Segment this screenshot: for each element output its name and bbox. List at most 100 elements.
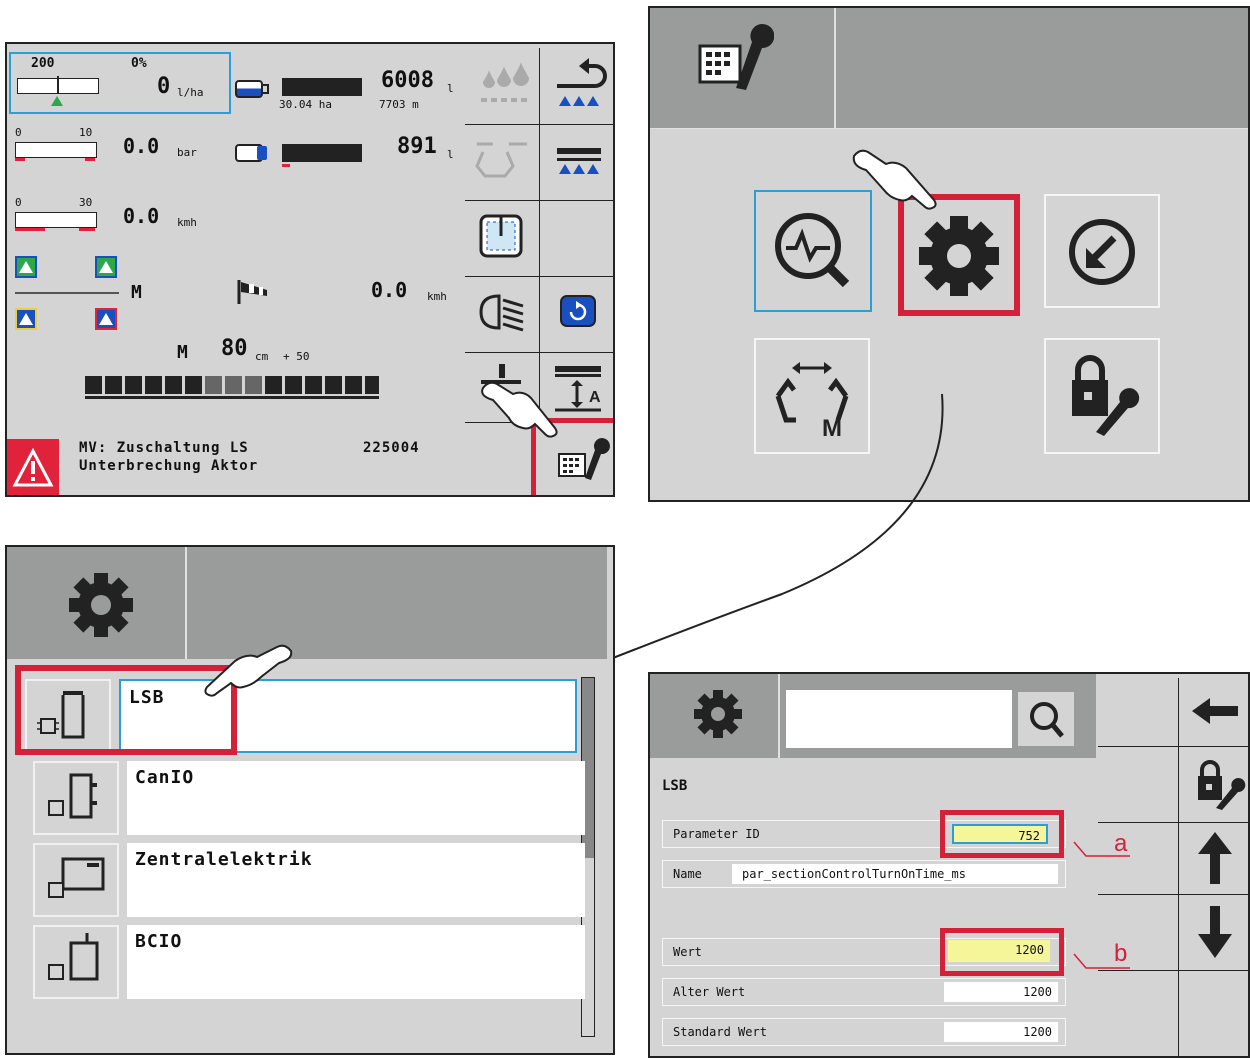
search-icon	[1030, 702, 1064, 738]
tank-main-unit: l	[447, 82, 454, 95]
speed-max: 30	[79, 196, 93, 209]
ecu-icon	[33, 761, 119, 835]
list-item[interactable]: Zentralelektrik	[21, 843, 585, 917]
rate-value: 0	[157, 74, 171, 99]
back-arrow-button[interactable]	[1182, 682, 1248, 742]
parameter-screen: LSB Parameter ID 752 Name par_sectionCon…	[648, 672, 1250, 1058]
nozzle-softkey[interactable]	[469, 54, 535, 114]
list-item-label: CanIO	[127, 761, 585, 835]
pressure-max: 10	[79, 126, 93, 139]
wind-speed-unit: kmh	[427, 290, 447, 303]
tank-second-value: 891	[397, 134, 437, 159]
name-label: Name	[673, 867, 702, 881]
speed-unit: kmh	[177, 216, 197, 229]
tank-second-bar-low	[282, 164, 290, 167]
section-title: LSB	[662, 778, 688, 794]
rate-green-arrow-icon	[51, 96, 63, 106]
device-list-screen: LSB CanIO Zentralelektrik BCIO	[5, 545, 615, 1055]
arrow-down-icon	[1198, 906, 1232, 958]
pressure-min: 0	[15, 126, 22, 139]
speed-min: 0	[15, 196, 22, 209]
list-item-label: BCIO	[127, 925, 585, 999]
param-id-label: Parameter ID	[673, 827, 760, 841]
tank-main-value: 6008	[381, 68, 434, 93]
arrow-up-icon	[1198, 832, 1232, 884]
tank-camera-softkey[interactable]	[469, 206, 535, 266]
height-offset: + 50	[283, 350, 310, 363]
speed-value: 0.0	[123, 204, 160, 228]
tank-main-bar	[282, 78, 362, 96]
pressure-value: 0.0	[123, 134, 160, 158]
height-unit: cm	[255, 350, 269, 363]
distance-value: 7703 m	[379, 98, 419, 111]
param-id-highlight	[940, 810, 1064, 858]
default-value-label: Standard Wert	[673, 1025, 767, 1039]
rate-target-value: 200	[31, 56, 55, 71]
back-softkey[interactable]	[545, 54, 611, 114]
boom-raise-softkey[interactable]	[545, 130, 611, 190]
search-input[interactable]	[786, 690, 1012, 748]
pressure-bar-high	[85, 158, 95, 161]
height-value: 80	[221, 336, 248, 361]
pointing-hand-icon	[850, 142, 942, 218]
rate-unit: l/ha	[177, 86, 204, 99]
default-value-field: 1200	[944, 1022, 1058, 1042]
old-value-label: Alter Wert	[673, 985, 746, 999]
work-lights-softkey[interactable]	[469, 282, 535, 342]
alarm-icon[interactable]	[7, 439, 59, 495]
alarm-line1: MV: Zuschaltung LS	[79, 440, 249, 456]
arrow-up-button[interactable]	[1182, 828, 1248, 890]
callout-a: a	[1114, 830, 1128, 857]
wind-speed-value: 0.0	[371, 278, 408, 302]
pressure-bar-low	[15, 158, 25, 161]
boom-line	[15, 292, 119, 294]
list-item-label: Zentralelektrik	[127, 843, 585, 917]
lock-wrench-icon	[1072, 355, 1140, 436]
tank-second-level	[257, 146, 267, 160]
fold-left-up-icon[interactable]	[15, 256, 37, 278]
boom-fold-softkey[interactable]	[469, 130, 535, 190]
service-header-icon	[698, 22, 775, 106]
lock-wrench-button[interactable]	[1182, 752, 1248, 816]
speed-bar-low	[15, 228, 45, 231]
fold-right-down-icon[interactable]	[95, 308, 117, 330]
tank-second-bar	[282, 144, 362, 162]
pointing-hand-icon	[203, 641, 295, 705]
windsock-icon	[235, 278, 271, 310]
fold-left-down-icon[interactable]	[15, 308, 37, 330]
height-mode: M	[177, 342, 188, 363]
arrow-down-button[interactable]	[1182, 900, 1248, 964]
alarm-line2: Unterbrechung Aktor	[79, 458, 259, 474]
lock-wrench-tile[interactable]	[1044, 338, 1160, 454]
speed-bar-high	[79, 228, 95, 231]
list-item[interactable]: CanIO	[21, 761, 585, 835]
tank-main-cap	[263, 84, 269, 94]
section-bar	[85, 376, 385, 404]
alarm-code: 225004	[363, 440, 420, 456]
rate-percent: 0%	[131, 56, 147, 71]
rate-box[interactable]: 200 0% 0 l/ha	[9, 52, 231, 114]
list-item[interactable]: BCIO	[21, 925, 585, 999]
value-label: Wert	[673, 945, 702, 959]
arrow-left-icon	[1192, 698, 1238, 724]
ecu-icon	[33, 843, 119, 917]
ecu-icon	[33, 925, 119, 999]
auto-rotate-softkey[interactable]	[545, 282, 611, 342]
value-highlight	[940, 928, 1064, 976]
area-value: 30.04 ha	[279, 98, 332, 111]
lock-wrench-icon	[1198, 760, 1246, 810]
mode-label: M	[131, 282, 142, 303]
pressure-unit: bar	[177, 146, 197, 159]
callout-b: b	[1114, 940, 1128, 967]
rate-bar-marker	[57, 76, 59, 94]
download-icon	[1069, 219, 1135, 285]
device-header-gear-icon	[59, 565, 143, 649]
search-button[interactable]	[1018, 692, 1074, 746]
name-field: par_sectionControlTurnOnTime_ms	[732, 864, 1058, 884]
speed-bar	[15, 212, 97, 228]
download-tile[interactable]	[1044, 194, 1160, 308]
old-value-field: 1200	[944, 982, 1058, 1002]
pressure-bar	[15, 142, 97, 158]
fold-right-up-icon[interactable]	[95, 256, 117, 278]
param-header-gear-icon	[688, 684, 748, 748]
